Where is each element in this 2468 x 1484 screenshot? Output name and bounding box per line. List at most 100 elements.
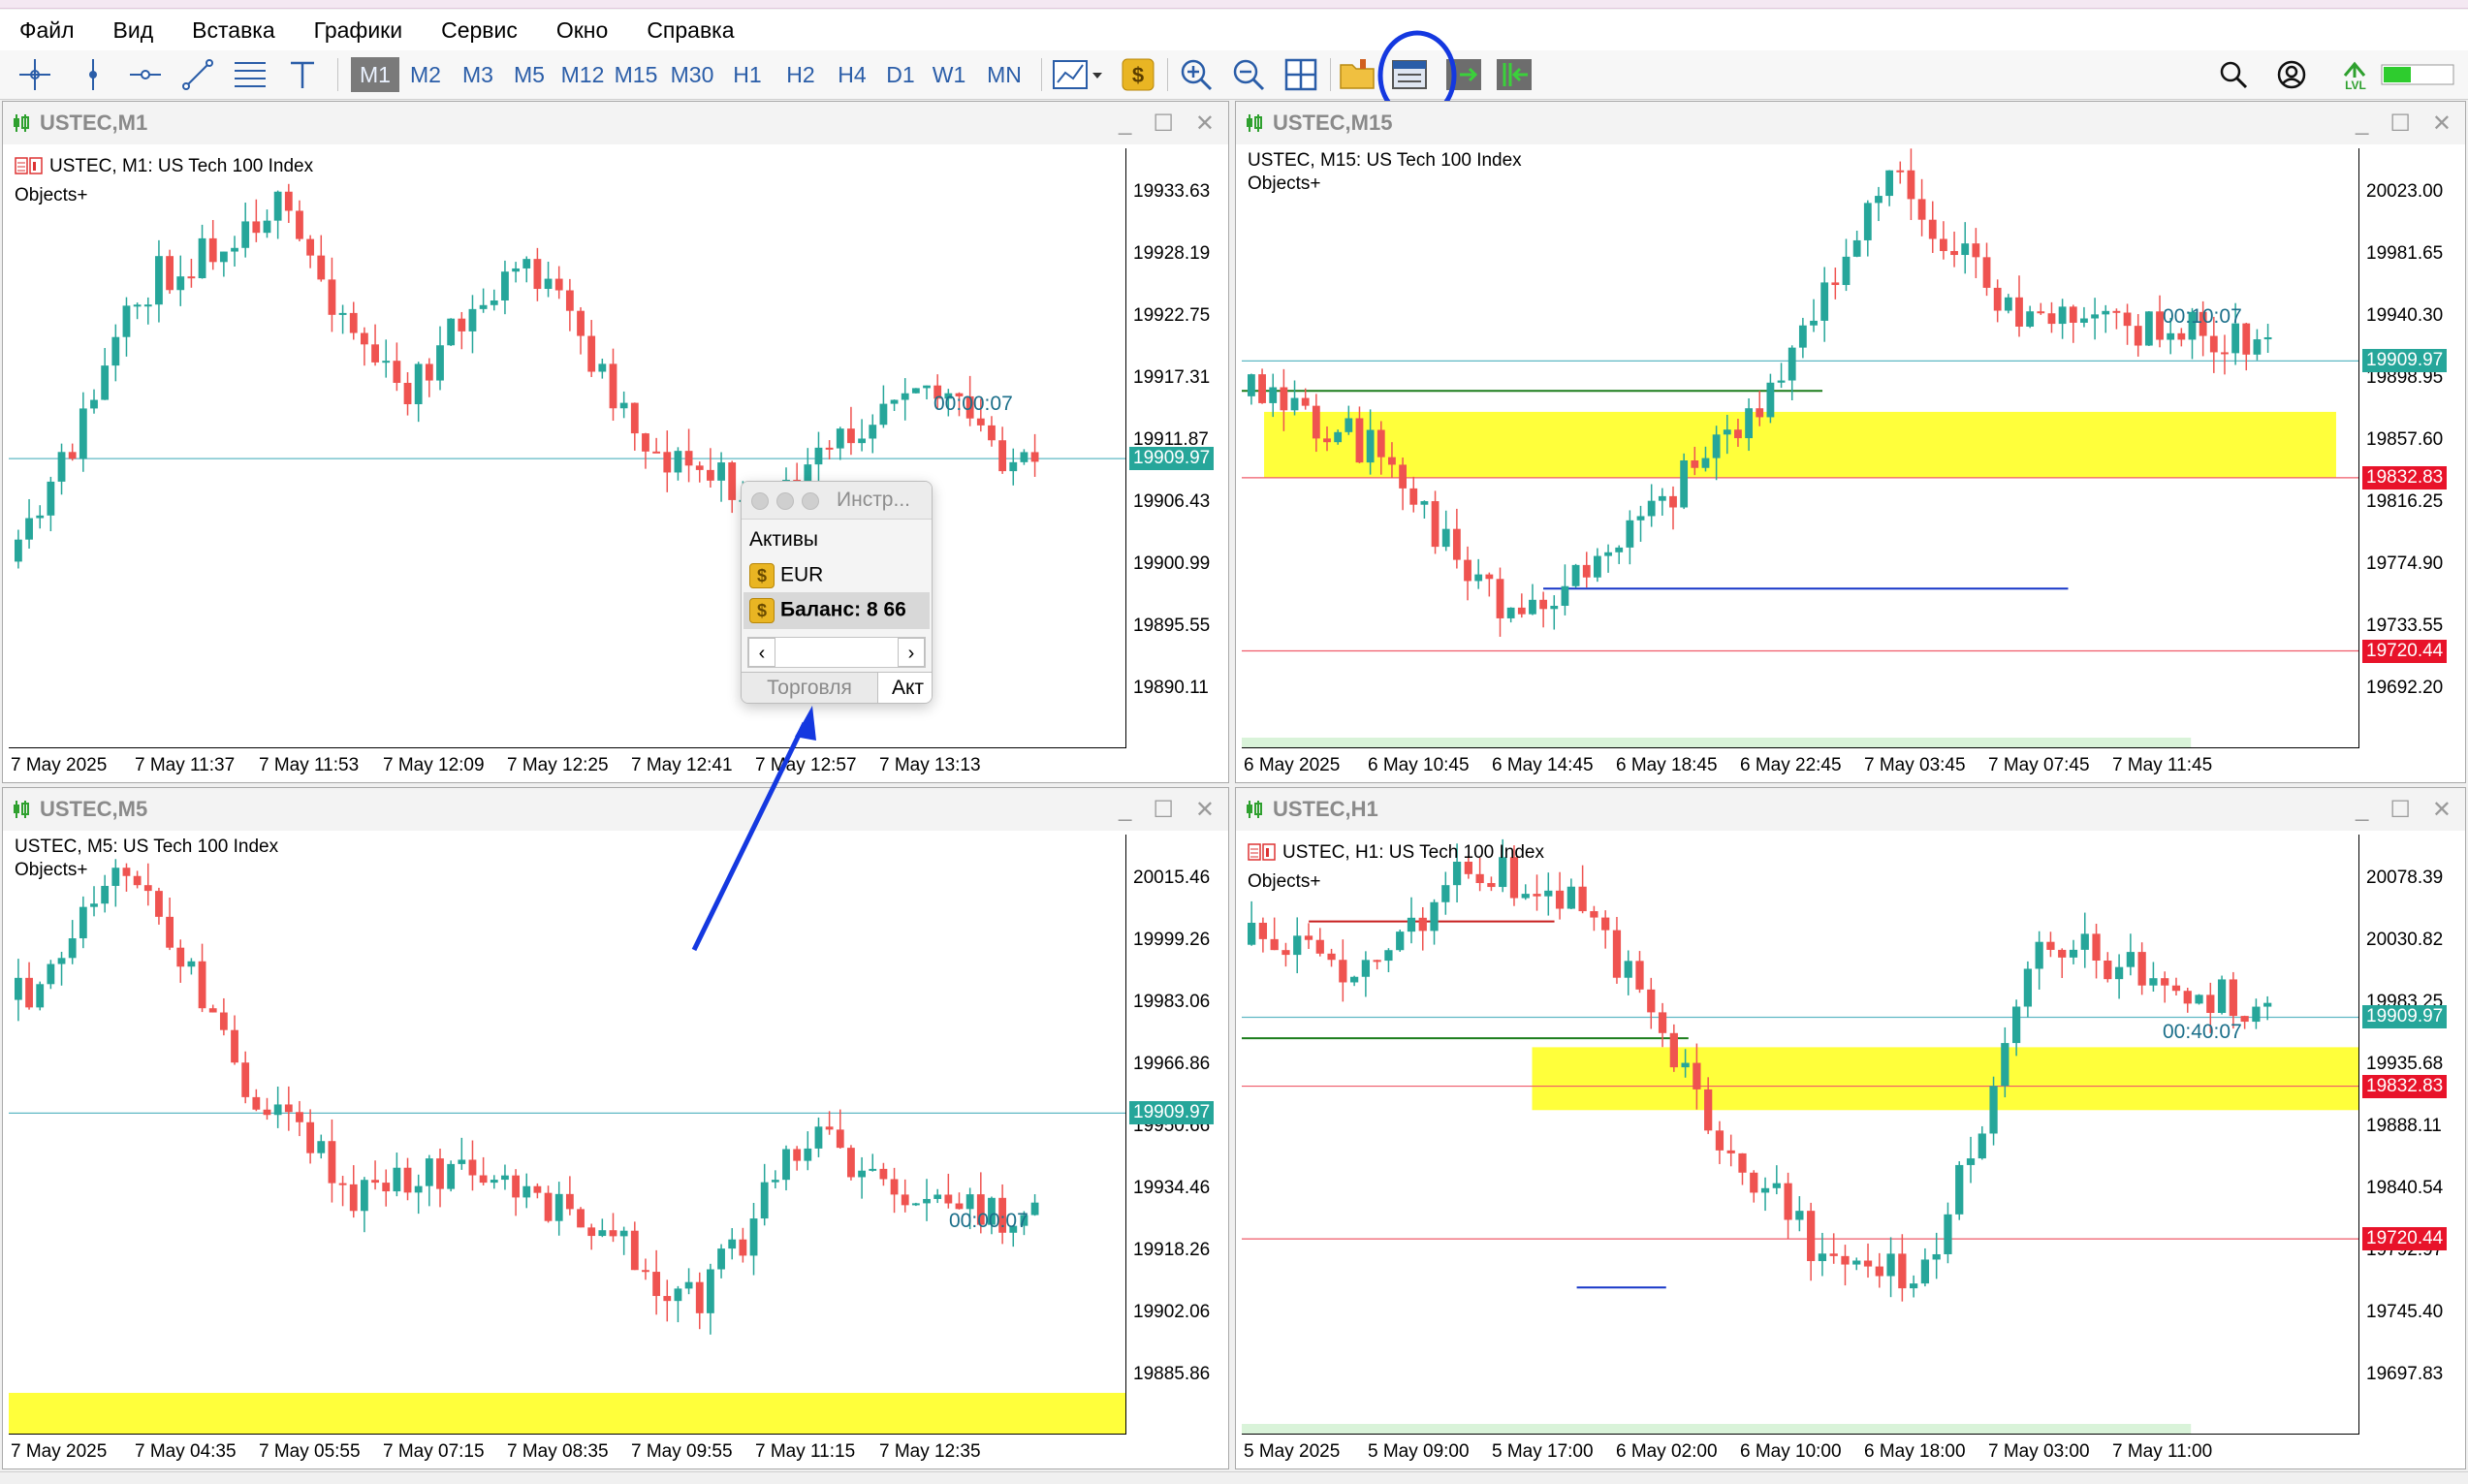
horizontal-scrollbar[interactable]: ‹ › [747, 637, 926, 668]
close-icon[interactable]: ✕ [2432, 110, 2452, 138]
close-icon[interactable]: ✕ [1195, 796, 1215, 824]
zoom-dot-icon[interactable] [802, 492, 819, 510]
candle-body [155, 256, 163, 305]
indicator-list-icon[interactable] [1248, 842, 1277, 869]
timeframe-m2[interactable]: M2 [401, 57, 450, 92]
menu-item-1[interactable]: Вид [94, 10, 174, 50]
window-title-bar[interactable]: USTEC,M15 _ ☐ ✕ [1236, 102, 2465, 144]
window-title-bar[interactable]: USTEC,M1 _ ☐ ✕ [3, 102, 1228, 144]
timeframe-m1[interactable]: M1 [351, 57, 399, 92]
volume-strip [1242, 738, 2192, 747]
search-icon[interactable] [2214, 55, 2253, 94]
timeframe-mn[interactable]: MN [977, 57, 1031, 92]
objects-plus-label[interactable]: Objects+ [1248, 871, 1321, 893]
minimize-dot-icon[interactable] [776, 492, 794, 510]
maximize-icon[interactable]: ☐ [2389, 110, 2411, 138]
timeframe-m15[interactable]: M15 [611, 57, 661, 92]
candle-body [2004, 297, 2012, 311]
timeframe-h4[interactable]: H4 [830, 57, 874, 92]
close-dot-icon[interactable] [751, 492, 769, 510]
horizontal-line-icon[interactable] [126, 55, 165, 94]
candle-body [2102, 310, 2110, 315]
minimize-icon[interactable]: _ [1119, 796, 1131, 823]
chart-window-m5[interactable]: USTEC,M5 _ ☐ ✕ USTEC, M5: US Tech 100 Index O… [2, 787, 1229, 1469]
close-icon[interactable]: ✕ [1195, 110, 1215, 138]
popup-header[interactable]: Инстр... [742, 482, 932, 520]
crosshair-icon[interactable] [16, 55, 54, 94]
menu-item-3[interactable]: Графики [295, 10, 422, 50]
menu-item-2[interactable]: Вставка [173, 10, 295, 50]
candle-body [1766, 382, 1775, 418]
objects-plus-label[interactable]: Objects+ [15, 185, 88, 206]
timeframe-m5[interactable]: M5 [506, 57, 553, 92]
candle-body [1842, 256, 1851, 286]
open-folder-icon[interactable] [1338, 55, 1376, 94]
candle-body [2015, 297, 2023, 327]
window-title-bar[interactable]: USTEC,M5 _ ☐ ✕ [3, 788, 1228, 831]
timeframe-d1[interactable]: D1 [878, 57, 923, 92]
close-icon[interactable]: ✕ [2432, 796, 2452, 824]
minimize-icon[interactable]: _ [2356, 110, 2368, 137]
candle-body [728, 1239, 737, 1249]
window-title-bar[interactable]: USTEC,H1 _ ☐ ✕ [1236, 788, 2465, 831]
candle-body [231, 1029, 238, 1063]
objects-plus-label[interactable]: Objects+ [1248, 174, 1321, 195]
bar-countdown-timer: 00:10:07 [2163, 305, 2242, 328]
candle-body [1590, 911, 1598, 918]
candle-body [501, 271, 509, 300]
asset-row-eur[interactable]: $ EUR [749, 563, 823, 588]
candle-body [371, 344, 379, 363]
menu-item-4[interactable]: Сервис [422, 10, 537, 50]
timeframe-h1[interactable]: H1 [725, 57, 770, 92]
plot-area[interactable] [9, 835, 1126, 1435]
zoom-out-icon[interactable] [1229, 55, 1268, 94]
tab-assets[interactable]: Акт [877, 673, 932, 703]
objects-plus-label[interactable]: Objects+ [15, 860, 88, 881]
vertical-line-icon[interactable] [74, 55, 112, 94]
y-tick-label: 19692.20 [2366, 678, 2444, 698]
minimize-icon[interactable]: _ [2356, 796, 2368, 823]
trend-line-icon[interactable] [178, 55, 217, 94]
chart-window-m15[interactable]: USTEC,M15 _ ☐ ✕ USTEC, M15: US Tech 100 Inde… [1235, 101, 2466, 783]
zoom-in-icon[interactable] [1177, 55, 1216, 94]
candle-body [2195, 995, 2203, 1004]
fibonacci-icon[interactable] [231, 55, 269, 94]
candle-body [923, 1198, 931, 1204]
indicator-list-icon[interactable] [15, 156, 44, 183]
candle-body [847, 428, 855, 444]
tile-windows-icon[interactable] [1281, 55, 1320, 94]
timeframe-m12[interactable]: M12 [556, 57, 609, 92]
instruments-popup[interactable]: Инстр... Активы $ EUR $ Баланс: 8 66 ‹ › Т… [741, 481, 933, 704]
x-tick-label: 7 May 03:00 [1988, 1441, 2090, 1462]
y-tick-label: 19999.26 [1133, 930, 1211, 950]
balance-row[interactable]: $ Баланс: 8 66 [749, 598, 906, 623]
timeframe-m30[interactable]: M30 [665, 57, 719, 92]
text-icon[interactable] [283, 55, 322, 94]
timeframe-m3[interactable]: M3 [454, 57, 502, 92]
dollar-coin-icon: $ [749, 598, 775, 623]
chart-shift-icon[interactable] [1493, 55, 1535, 94]
current-price-tag: 19909.97 [2362, 349, 2448, 373]
chart-type-icon[interactable] [1051, 55, 1105, 94]
dollar-icon[interactable]: $ [1121, 55, 1155, 94]
candle-body [836, 1129, 844, 1149]
account-icon[interactable] [2272, 55, 2311, 94]
y-tick-label: 20078.39 [2366, 868, 2444, 888]
plot-area[interactable] [1242, 148, 2359, 748]
maximize-icon[interactable]: ☐ [2389, 796, 2411, 824]
scroll-left-icon[interactable]: ‹ [748, 638, 775, 667]
chart-window-h1[interactable]: USTEC,H1 _ ☐ ✕ USTEC, H1: US Tech 100 Index O… [1235, 787, 2466, 1469]
plot-area[interactable] [9, 148, 1126, 748]
scroll-right-icon[interactable]: › [898, 638, 925, 667]
plot-area[interactable] [1242, 835, 2359, 1435]
maximize-icon[interactable]: ☐ [1153, 796, 1174, 824]
lvl-icon[interactable]: LVL [2336, 55, 2375, 94]
timeframe-h2[interactable]: H2 [777, 57, 824, 92]
menu-item-5[interactable]: Окно [537, 10, 627, 50]
minimize-icon[interactable]: _ [1119, 110, 1131, 137]
maximize-icon[interactable]: ☐ [1153, 110, 1174, 138]
chart-window-m1[interactable]: USTEC,M1 _ ☐ ✕ USTEC, M1: US Tech 100 Index O… [2, 101, 1229, 783]
menu-item-0[interactable]: Файл [0, 10, 94, 50]
timeframe-w1[interactable]: W1 [927, 57, 971, 92]
menu-item-6[interactable]: Справка [627, 10, 753, 50]
